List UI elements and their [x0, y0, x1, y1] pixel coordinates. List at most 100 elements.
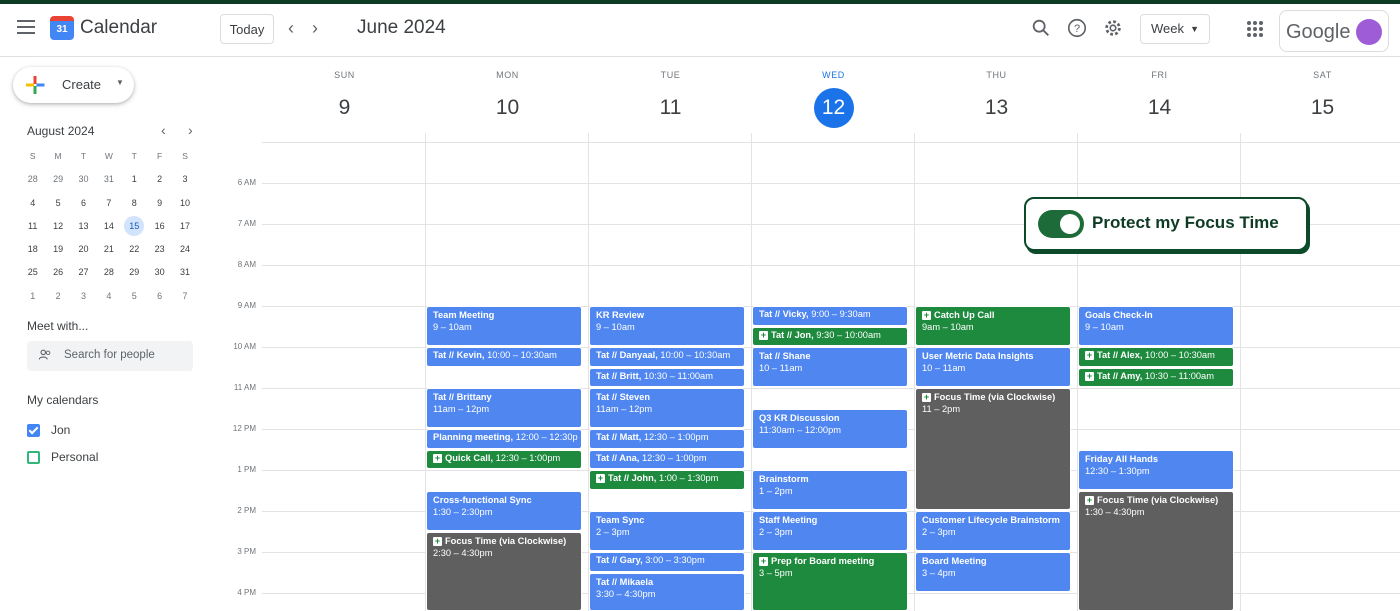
- day-number[interactable]: 13: [977, 88, 1017, 128]
- calendar-event[interactable]: +Quick Call, 12:30 – 1:00pm: [426, 450, 582, 470]
- calendar-event[interactable]: +Catch Up Call9am – 10am: [915, 306, 1071, 346]
- day-header[interactable]: SUN9: [263, 70, 426, 128]
- day-number[interactable]: 14: [1140, 88, 1180, 128]
- calendar-event[interactable]: Tat // Brittany11am – 12pm: [426, 388, 582, 428]
- help-icon[interactable]: ?: [1066, 17, 1088, 39]
- day-header[interactable]: WED12: [752, 70, 915, 128]
- apps-grid-icon[interactable]: [1247, 21, 1263, 37]
- day-number[interactable]: 11: [651, 88, 691, 128]
- calendar-event[interactable]: Tat // Shane10 – 11am: [752, 347, 908, 387]
- mini-day[interactable]: 6: [71, 193, 96, 216]
- mini-day[interactable]: 1: [122, 169, 147, 192]
- day-number[interactable]: 15: [1303, 88, 1343, 128]
- calendar-event[interactable]: Q3 KR Discussion11:30am – 12:00pm: [752, 409, 908, 449]
- calendar-event[interactable]: Planning meeting, 12:00 – 12:30p: [426, 429, 582, 449]
- mini-day[interactable]: 7: [172, 286, 197, 309]
- mini-day[interactable]: 17: [172, 216, 197, 239]
- mini-day[interactable]: 28: [20, 169, 45, 192]
- mini-day[interactable]: 28: [96, 262, 121, 285]
- mini-day[interactable]: 27: [71, 262, 96, 285]
- mini-day[interactable]: 21: [96, 239, 121, 262]
- mini-day[interactable]: 4: [96, 286, 121, 309]
- calendar-event[interactable]: Tat // Kevin, 10:00 – 10:30am: [426, 347, 582, 367]
- mini-day[interactable]: 14: [96, 216, 121, 239]
- mini-day[interactable]: 9: [147, 193, 172, 216]
- calendar-event[interactable]: Tat // Gary, 3:00 – 3:30pm: [589, 552, 745, 572]
- calendar-event[interactable]: Tat // Ana, 12:30 – 1:00pm: [589, 450, 745, 470]
- search-icon[interactable]: [1030, 17, 1052, 39]
- view-selector-dropdown[interactable]: Week ▼: [1140, 14, 1210, 44]
- next-week-icon[interactable]: ›: [312, 18, 318, 38]
- protect-focus-time-toggle[interactable]: Protect my Focus Time: [1024, 197, 1308, 251]
- calendar-event[interactable]: +Tat // Alex, 10:00 – 10:30am: [1078, 347, 1234, 367]
- mini-day[interactable]: 29: [45, 169, 70, 192]
- day-header[interactable]: THU13: [915, 70, 1078, 128]
- calendar-event[interactable]: +Tat // Jon, 9:30 – 10:00am: [752, 327, 908, 347]
- calendar-event[interactable]: Customer Lifecycle Brainstorm2 – 3pm: [915, 511, 1071, 551]
- day-number[interactable]: 9: [325, 88, 365, 128]
- calendar-event[interactable]: Staff Meeting2 – 3pm: [752, 511, 908, 551]
- day-header[interactable]: TUE11: [589, 70, 752, 128]
- calendar-event[interactable]: Friday All Hands12:30 – 1:30pm: [1078, 450, 1234, 490]
- mini-day[interactable]: 12: [45, 216, 70, 239]
- calendar-event[interactable]: Tat // Danyaal, 10:00 – 10:30am: [589, 347, 745, 367]
- calendar-event[interactable]: Tat // Britt, 10:30 – 11:00am: [589, 368, 745, 388]
- calendar-event[interactable]: +Focus Time (via Clockwise)1:30 – 4:30pm: [1078, 491, 1234, 611]
- mini-day[interactable]: 3: [71, 286, 96, 309]
- mini-day[interactable]: 5: [45, 193, 70, 216]
- mini-day[interactable]: 24: [172, 239, 197, 262]
- mini-day[interactable]: 2: [45, 286, 70, 309]
- calendar-event[interactable]: +Tat // Amy, 10:30 – 11:00am: [1078, 368, 1234, 388]
- mini-prev-month-icon[interactable]: ‹: [161, 122, 166, 138]
- mini-day[interactable]: 1: [20, 286, 45, 309]
- calendar-event[interactable]: Tat // Mikaela3:30 – 4:30pm: [589, 573, 745, 611]
- mini-day[interactable]: 23: [147, 239, 172, 262]
- mini-day[interactable]: 26: [45, 262, 70, 285]
- mini-day[interactable]: 18: [20, 239, 45, 262]
- avatar[interactable]: [1356, 19, 1382, 45]
- mini-day[interactable]: 3: [172, 169, 197, 192]
- main-menu-icon[interactable]: [17, 20, 35, 34]
- day-header[interactable]: FRI14: [1078, 70, 1241, 128]
- calendar-event[interactable]: Brainstorm1 – 2pm: [752, 470, 908, 510]
- mini-day[interactable]: 30: [71, 169, 96, 192]
- search-people-input[interactable]: Search for people: [27, 341, 193, 371]
- mini-day[interactable]: 4: [20, 193, 45, 216]
- mini-day[interactable]: 30: [147, 262, 172, 285]
- mini-day[interactable]: 19: [45, 239, 70, 262]
- previous-week-icon[interactable]: ‹: [288, 18, 294, 38]
- mini-next-month-icon[interactable]: ›: [188, 122, 193, 138]
- calendar-event[interactable]: User Metric Data Insights10 – 11am: [915, 347, 1071, 387]
- settings-gear-icon[interactable]: [1102, 17, 1124, 39]
- toggle-switch[interactable]: [1038, 210, 1084, 238]
- mini-day[interactable]: 31: [172, 262, 197, 285]
- checkbox-checked-icon[interactable]: [27, 424, 40, 437]
- create-button[interactable]: Create ▼: [13, 67, 134, 103]
- calendar-event[interactable]: KR Review9 – 10am: [589, 306, 745, 346]
- account-switcher[interactable]: Google: [1279, 10, 1389, 52]
- day-number[interactable]: 12: [814, 88, 854, 128]
- day-header[interactable]: MON10: [426, 70, 589, 128]
- calendar-event[interactable]: Board Meeting3 – 4pm: [915, 552, 1071, 592]
- mini-day[interactable]: 5: [122, 286, 147, 309]
- mini-day[interactable]: 22: [122, 239, 147, 262]
- calendar-event[interactable]: +Tat // John, 1:00 – 1:30pm: [589, 470, 745, 490]
- day-number[interactable]: 10: [488, 88, 528, 128]
- today-button[interactable]: Today: [220, 14, 274, 44]
- mini-day[interactable]: 2: [147, 169, 172, 192]
- calendar-event[interactable]: +Prep for Board meeting3 – 5pm: [752, 552, 908, 611]
- mini-day[interactable]: 15: [122, 216, 147, 239]
- mini-day[interactable]: 29: [122, 262, 147, 285]
- calendar-event[interactable]: Tat // Matt, 12:30 – 1:00pm: [589, 429, 745, 449]
- mini-day[interactable]: 10: [172, 193, 197, 216]
- mini-day[interactable]: 6: [147, 286, 172, 309]
- mini-day[interactable]: 11: [20, 216, 45, 239]
- mini-day[interactable]: 25: [20, 262, 45, 285]
- mini-day[interactable]: 16: [147, 216, 172, 239]
- calendar-event[interactable]: Team Meeting9 – 10am: [426, 306, 582, 346]
- mini-day[interactable]: 31: [96, 169, 121, 192]
- calendar-event[interactable]: Tat // Steven11am – 12pm: [589, 388, 745, 428]
- calendar-event[interactable]: Team Sync2 – 3pm: [589, 511, 745, 551]
- mini-day[interactable]: 7: [96, 193, 121, 216]
- checkbox-unchecked-icon[interactable]: [27, 451, 40, 464]
